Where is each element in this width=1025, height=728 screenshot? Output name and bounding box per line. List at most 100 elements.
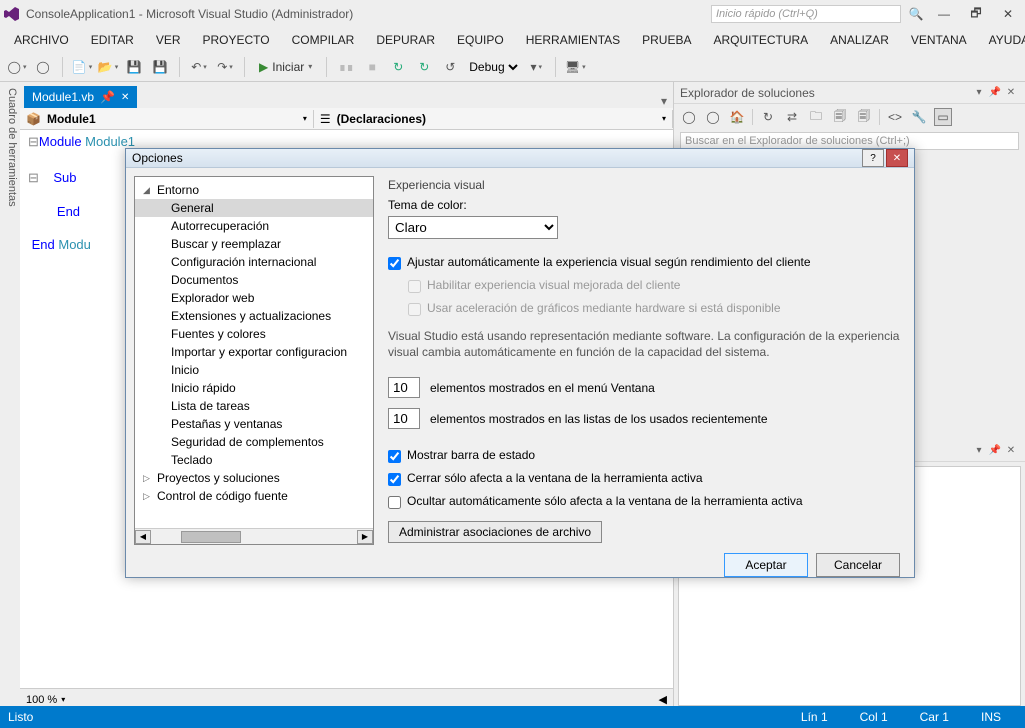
help-button[interactable]: ? bbox=[862, 149, 884, 167]
tree-item[interactable]: Pestañas y ventanas bbox=[135, 415, 373, 433]
stop-button[interactable]: ■ bbox=[361, 56, 383, 78]
status-char: Car 1 bbox=[904, 710, 965, 724]
menu-equipo[interactable]: EQUIPO bbox=[447, 31, 514, 49]
menubar: ARCHIVO EDITAR VER PROYECTO COMPILAR DEP… bbox=[0, 28, 1025, 52]
checkbox-autohide-active[interactable]: Ocultar automáticamente sólo afecta a la… bbox=[388, 494, 900, 509]
checkbox-statusbar[interactable]: Mostrar barra de estado bbox=[388, 448, 900, 463]
save-all-button[interactable]: 💾 bbox=[149, 56, 171, 78]
tree-proyectos[interactable]: ▷Proyectos y soluciones bbox=[135, 469, 373, 487]
close-panel-icon[interactable]: ✕ bbox=[1003, 443, 1019, 459]
refresh-icon[interactable]: ↻ bbox=[759, 108, 777, 126]
zoom-value[interactable]: 100 % bbox=[26, 694, 57, 706]
panel-menu-icon[interactable]: ▾ bbox=[971, 85, 987, 101]
nav-type-dropdown[interactable]: 📦Module1▾ bbox=[20, 110, 314, 128]
menu-proyecto[interactable]: PROYECTO bbox=[193, 31, 280, 49]
restart-button[interactable]: ↺ bbox=[439, 56, 461, 78]
tree-item[interactable]: Documentos bbox=[135, 271, 373, 289]
window-items-input[interactable] bbox=[388, 377, 420, 398]
preview-icon[interactable]: ▭ bbox=[934, 108, 952, 126]
menu-editar[interactable]: EDITAR bbox=[81, 31, 144, 49]
dialog-close-button[interactable]: ✕ bbox=[886, 149, 908, 167]
nav-fwd-button[interactable]: ◯ bbox=[32, 56, 54, 78]
open-button[interactable]: 📂 bbox=[97, 56, 119, 78]
pin-icon[interactable]: 📌 bbox=[100, 90, 115, 104]
tree-hscrollbar[interactable]: ◀▶ bbox=[135, 528, 373, 544]
wrench-icon[interactable]: 🔧 bbox=[910, 108, 928, 126]
tree-item[interactable]: Buscar y reemplazar bbox=[135, 235, 373, 253]
view-code-icon[interactable]: <> bbox=[886, 108, 904, 126]
tree-control[interactable]: ▷Control de código fuente bbox=[135, 487, 373, 505]
toolbox-tab[interactable]: Cuadro de herramientas bbox=[0, 82, 20, 710]
close-button[interactable]: ✕ bbox=[995, 4, 1021, 24]
ok-button[interactable]: Aceptar bbox=[724, 553, 808, 577]
tree-item[interactable]: Fuentes y colores bbox=[135, 325, 373, 343]
restore-button[interactable]: 🗗 bbox=[963, 4, 989, 24]
collapse-icon[interactable]: 🗀 bbox=[807, 108, 825, 126]
menu-compilar[interactable]: COMPILAR bbox=[282, 31, 365, 49]
tree-item[interactable]: Configuración internacional bbox=[135, 253, 373, 271]
show-all-icon[interactable]: 🗐 bbox=[831, 108, 849, 126]
menu-ayuda[interactable]: AYUDA bbox=[979, 31, 1025, 49]
options-tree-list[interactable]: ◢Entorno General Autorrecuperación Busca… bbox=[135, 177, 373, 528]
checkbox-close-active[interactable]: Cerrar sólo afecta a la ventana de la he… bbox=[388, 471, 900, 486]
start-button[interactable]: ▶Iniciar▾ bbox=[253, 60, 318, 74]
step-over-button[interactable]: ↻ bbox=[413, 56, 435, 78]
menu-herramientas[interactable]: HERRAMIENTAS bbox=[516, 31, 630, 49]
close-tab-icon[interactable]: ✕ bbox=[121, 92, 129, 103]
pin-icon[interactable]: 📌 bbox=[987, 443, 1003, 459]
tree-item[interactable]: Extensiones y actualizaciones bbox=[135, 307, 373, 325]
menu-ventana[interactable]: VENTANA bbox=[901, 31, 977, 49]
menu-ver[interactable]: VER bbox=[146, 31, 191, 49]
close-panel-icon[interactable]: ✕ bbox=[1003, 85, 1019, 101]
tree-item[interactable]: Inicio rápido bbox=[135, 379, 373, 397]
tree-general[interactable]: General bbox=[135, 199, 373, 217]
fwd-icon[interactable]: ◯ bbox=[704, 108, 722, 126]
checkbox-auto-visual[interactable]: Ajustar automáticamente la experiencia v… bbox=[388, 255, 900, 270]
platform-button[interactable]: ▾ bbox=[525, 56, 547, 78]
undo-button[interactable]: ↶ bbox=[188, 56, 210, 78]
menu-depurar[interactable]: DEPURAR bbox=[366, 31, 445, 49]
save-button[interactable]: 💾 bbox=[123, 56, 145, 78]
tree-item[interactable]: Seguridad de complementos bbox=[135, 433, 373, 451]
cancel-button[interactable]: Cancelar bbox=[816, 553, 900, 577]
pause-button[interactable]: ∎∎ bbox=[335, 56, 357, 78]
search-icon[interactable]: 🔍 bbox=[907, 7, 925, 21]
file-assoc-button[interactable]: Administrar asociaciones de archivo bbox=[388, 521, 602, 543]
nav-member-dropdown[interactable]: ☰(Declaraciones)▾ bbox=[314, 110, 673, 128]
separator bbox=[555, 57, 556, 77]
hscroll-left-icon[interactable]: ◀ bbox=[659, 693, 667, 706]
options-tree: ◢Entorno General Autorrecuperación Busca… bbox=[134, 176, 374, 545]
document-tab-module1[interactable]: Module1.vb 📌 ✕ bbox=[24, 86, 137, 108]
nav-back-button[interactable]: ◯ bbox=[6, 56, 28, 78]
menu-arquitectura[interactable]: ARQUITECTURA bbox=[704, 31, 819, 49]
theme-dropdown[interactable]: Claro bbox=[388, 216, 558, 239]
step-button[interactable]: ↻ bbox=[387, 56, 409, 78]
panel-menu-icon[interactable]: ▾ bbox=[971, 443, 987, 459]
menu-analizar[interactable]: ANALIZAR bbox=[820, 31, 899, 49]
tree-item[interactable]: Autorrecuperación bbox=[135, 217, 373, 235]
redo-button[interactable]: ↷ bbox=[214, 56, 236, 78]
properties-icon[interactable]: 🗐 bbox=[855, 108, 873, 126]
tree-item[interactable]: Teclado bbox=[135, 451, 373, 469]
separator bbox=[62, 57, 63, 77]
config-dropdown[interactable]: Debug bbox=[465, 59, 521, 75]
tabs-dropdown-icon[interactable]: ▾ bbox=[655, 94, 673, 108]
menu-archivo[interactable]: ARCHIVO bbox=[4, 31, 79, 49]
back-icon[interactable]: ◯ bbox=[680, 108, 698, 126]
new-project-button[interactable]: 📄 bbox=[71, 56, 93, 78]
sync-icon[interactable]: ⇄ bbox=[783, 108, 801, 126]
menu-prueba[interactable]: PRUEBA bbox=[632, 31, 701, 49]
tree-item[interactable]: Lista de tareas bbox=[135, 397, 373, 415]
tree-item[interactable]: Explorador web bbox=[135, 289, 373, 307]
status-ready: Listo bbox=[8, 710, 33, 724]
minimize-button[interactable]: — bbox=[931, 4, 957, 24]
tree-item[interactable]: Importar y exportar configuracion bbox=[135, 343, 373, 361]
tree-item[interactable]: Inicio bbox=[135, 361, 373, 379]
pin-icon[interactable]: 📌 bbox=[987, 85, 1003, 101]
browser-button[interactable]: 🖥 bbox=[564, 56, 586, 78]
dialog-titlebar[interactable]: Opciones ? ✕ bbox=[126, 149, 914, 168]
mru-items-input[interactable] bbox=[388, 408, 420, 429]
tree-entorno[interactable]: ◢Entorno bbox=[135, 181, 373, 199]
quickstart-input[interactable]: Inicio rápido (Ctrl+Q) bbox=[711, 5, 901, 23]
home-icon[interactable]: 🏠 bbox=[728, 108, 746, 126]
